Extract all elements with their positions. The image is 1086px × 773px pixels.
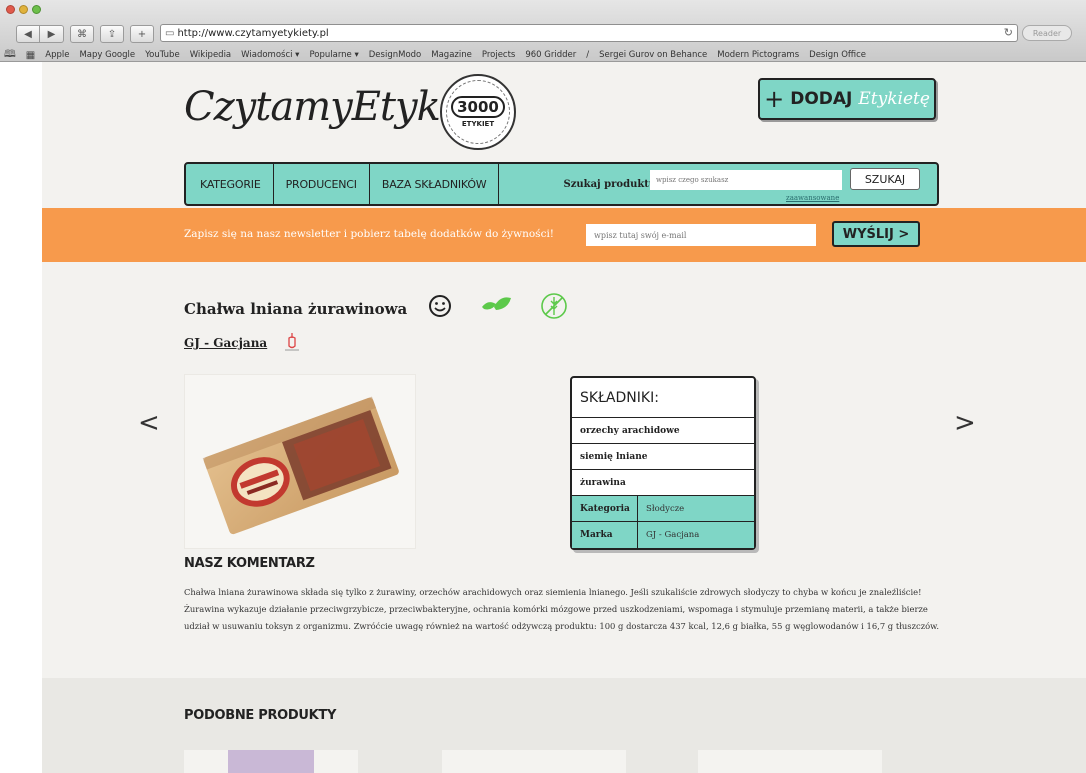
meta-value[interactable]: Słodycze: [638, 496, 754, 521]
producer-link[interactable]: GJ - Gacjana: [184, 336, 267, 350]
new-tab-button[interactable]: +: [130, 25, 154, 43]
search-input[interactable]: [650, 170, 842, 190]
address-bar[interactable]: ▭ http://www.czytamyetykiety.pl ↻: [160, 24, 1018, 42]
meta-value[interactable]: GJ - Gacjana: [638, 522, 754, 548]
advanced-search-link[interactable]: zaawansowane: [786, 194, 839, 202]
bookmark-separator: /: [586, 50, 590, 60]
bookmark-item[interactable]: Popularne ▾: [309, 50, 358, 60]
etykiet-count-seal: 3000 ETYKIET: [440, 74, 516, 150]
share-icon[interactable]: ⇪: [100, 25, 124, 43]
bookmark-item[interactable]: DesignModo: [369, 50, 421, 60]
window-controls: [6, 5, 41, 14]
similar-product-thumb[interactable]: [184, 750, 358, 773]
browser-chrome: ◀ ▶ ⌘ ⇪ + ▭ http://www.czytamyetykiety.p…: [0, 0, 1086, 62]
meta-key: Kategoria: [572, 496, 638, 521]
main-navigation: KATEGORIE PRODUCENCI BAZA SKŁADNIKÓW Szu…: [184, 162, 939, 206]
bookmark-item[interactable]: Wiadomości ▾: [241, 50, 299, 60]
forward-button[interactable]: ▶: [40, 25, 64, 43]
reading-list-icon[interactable]: 🕮: [4, 47, 16, 64]
add-label-script: Etykietę: [858, 89, 930, 109]
browser-toolbar: ◀ ▶ ⌘ ⇪ +: [16, 24, 154, 44]
nav-item-producenci[interactable]: PRODUCENCI: [274, 164, 370, 204]
url-text: http://www.czytamyetykiety.pl: [177, 27, 329, 39]
reload-icon[interactable]: ↻: [1004, 26, 1013, 39]
similar-product-thumb[interactable]: [698, 750, 882, 773]
ingredient-item[interactable]: siemię lniane: [572, 444, 754, 470]
ingredients-box: SKŁADNIKI: orzechy arachidowe siemię lni…: [570, 376, 756, 550]
meta-key: Marka: [572, 522, 638, 548]
product-title: Chałwa lniana żurawinowa: [184, 300, 408, 318]
comment-body: Chałwa lniana żurawinowa składa się tylk…: [184, 587, 939, 631]
nav-item-kategorie[interactable]: KATEGORIE: [186, 164, 274, 204]
bookmark-item[interactable]: Sergei Gurov on Behance: [599, 50, 707, 60]
meta-row-brand: Marka GJ - Gacjana: [572, 522, 754, 548]
newsletter-submit-button[interactable]: WYŚLIJ >: [832, 221, 920, 247]
next-product-arrow[interactable]: >: [954, 408, 976, 438]
producer-logo-icon: [282, 332, 302, 354]
minimize-window-button[interactable]: [19, 5, 28, 14]
seal-ring: [446, 80, 510, 144]
back-button[interactable]: ◀: [16, 25, 40, 43]
ingredient-item[interactable]: żurawina: [572, 470, 754, 496]
newsletter-text: Zapisz się na nasz newsletter i pobierz …: [184, 228, 555, 240]
gluten-free-icon: [541, 293, 567, 319]
reader-button[interactable]: Reader: [1022, 25, 1072, 41]
plus-icon: +: [764, 85, 785, 113]
product-image: [184, 374, 416, 549]
newsletter-bar: Zapisz się na nasz newsletter i pobierz …: [42, 208, 1086, 262]
vegan-leaf-icon: [482, 297, 511, 310]
bookmark-item[interactable]: 960 Gridder: [525, 50, 576, 60]
newsletter-email-input[interactable]: [586, 224, 816, 246]
zoom-window-button[interactable]: [32, 5, 41, 14]
bookmark-item[interactable]: YouTube: [145, 50, 180, 60]
similar-products-section: PODOBNE PRODUKTY: [42, 678, 1086, 773]
top-sites-icon[interactable]: ▦: [26, 50, 35, 61]
bookmark-item[interactable]: Apple: [45, 50, 69, 60]
search-button[interactable]: SZUKAJ: [850, 168, 920, 190]
ingredient-item[interactable]: orzechy arachidowe: [572, 418, 754, 444]
bookmark-item[interactable]: Mapy Google: [79, 50, 135, 60]
site-icon: ▭: [165, 27, 175, 39]
comment-heading: NASZ KOMENTARZ: [184, 556, 315, 571]
add-label-button[interactable]: + DODAJ Etykietę: [758, 78, 936, 120]
history-icon[interactable]: ⌘: [70, 25, 94, 43]
smiley-icon: [429, 295, 451, 317]
nav-item-baza-skladnikow[interactable]: BAZA SKŁADNIKÓW: [370, 164, 500, 204]
bookmark-item[interactable]: Design Office: [809, 50, 866, 60]
add-label-text: DODAJ: [790, 89, 853, 109]
search-label: Szukaj produktu:: [563, 178, 660, 190]
close-window-button[interactable]: [6, 5, 15, 14]
bookmark-item[interactable]: Projects: [482, 50, 516, 60]
similar-products-heading: PODOBNE PRODUKTY: [184, 708, 337, 723]
bookmark-item[interactable]: Wikipedia: [190, 50, 231, 60]
ingredients-title: SKŁADNIKI:: [572, 378, 754, 418]
bookmark-item[interactable]: Modern Pictograms: [717, 50, 799, 60]
previous-product-arrow[interactable]: <: [138, 408, 160, 438]
bookmark-item[interactable]: Magazine: [431, 50, 472, 60]
similar-product-thumb[interactable]: [442, 750, 626, 773]
meta-row-category: Kategoria Słodycze: [572, 496, 754, 522]
bookmarks-bar: 🕮 ▦ Apple Mapy Google YouTube Wikipedia …: [4, 48, 866, 62]
diet-icons: [428, 292, 568, 320]
page-content: CzytamyEtykiety 3000 ETYKIET + DODAJ Ety…: [42, 62, 1086, 773]
